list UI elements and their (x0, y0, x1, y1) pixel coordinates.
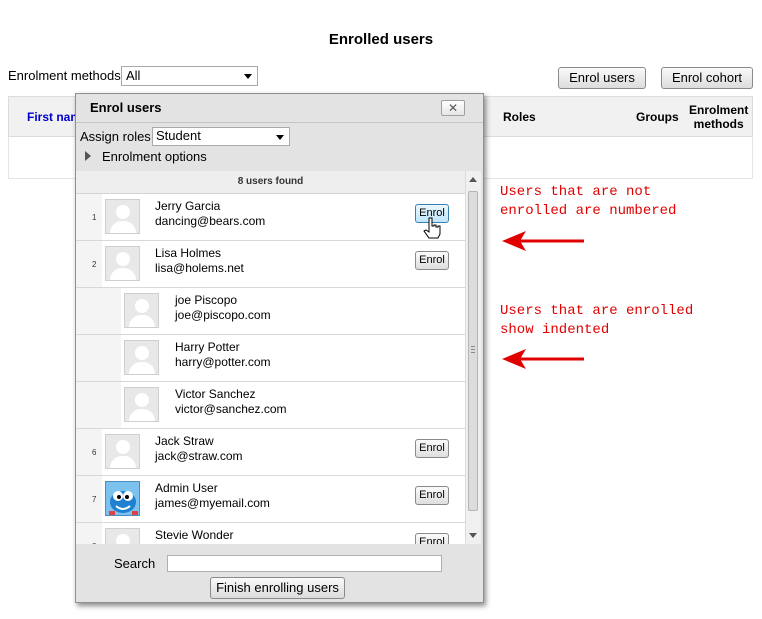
list-item: 8 Stevie Wonder Enrol (76, 523, 465, 544)
users-found-count: 8 users found (76, 171, 465, 194)
enrol-user-button[interactable]: Enrol (415, 251, 449, 270)
list-item: Harry Potter harry@potter.com (76, 335, 465, 382)
user-avatar (105, 246, 140, 281)
enrolment-methods-label: Enrolment methods (8, 68, 121, 83)
annotation-line: Users that are enrolled (500, 303, 694, 319)
annotation-enrolled: Users that are enrolled show indented (500, 302, 693, 340)
search-input[interactable] (167, 555, 442, 572)
list-item: joe Piscopo joe@piscopo.com (76, 288, 465, 335)
annotation-not-enrolled: Users that are not enrolled are numbered (500, 183, 676, 221)
search-label: Search (114, 556, 156, 571)
row-gutter (76, 194, 102, 240)
close-icon[interactable]: ✕ (441, 100, 465, 116)
col-enrolment-methods-line1: Enrolment (689, 103, 749, 117)
user-email: joe@piscopo.com (175, 308, 271, 322)
user-email: harry@potter.com (175, 355, 271, 369)
enrol-cohort-button[interactable]: Enrol cohort (661, 67, 753, 89)
user-name: Harry Potter (175, 340, 240, 354)
row-number: 8 (92, 542, 96, 544)
col-enrolment-methods: Enrolment methods (689, 103, 748, 131)
user-email: james@myemail.com (155, 496, 270, 510)
user-name: Jack Straw (155, 434, 214, 448)
row-gutter (76, 382, 121, 428)
annotation-line: Users that are not (500, 184, 652, 200)
red-arrow-icon (502, 231, 584, 251)
enrol-user-button[interactable]: Enrol (415, 486, 449, 505)
red-arrow-icon (502, 349, 584, 369)
user-list: 8 users found 1 Jerry Garcia dancing@bea… (76, 171, 465, 544)
cartoon-avatar-icon (106, 482, 139, 515)
col-groups: Groups (636, 110, 679, 124)
enrolment-methods-value: All (126, 68, 141, 83)
enrol-user-button[interactable]: Enrol (415, 533, 449, 544)
page-title: Enrolled users (328, 31, 434, 48)
scroll-up-icon[interactable] (469, 177, 477, 182)
user-name: Stevie Wonder (155, 528, 234, 542)
user-email: lisa@holems.net (155, 261, 244, 275)
row-number: 1 (92, 213, 97, 222)
scroll-thumb[interactable] (468, 191, 478, 511)
row-number: 6 (92, 448, 97, 457)
user-avatar (105, 528, 140, 544)
row-number: 2 (92, 260, 97, 269)
user-name: Admin User (155, 481, 218, 495)
annotation-line: show indented (500, 322, 610, 338)
enrol-user-button[interactable]: Enrol (415, 439, 449, 458)
row-gutter (76, 288, 121, 334)
admin-avatar (105, 481, 140, 516)
annotation-line: enrolled are numbered (500, 203, 677, 219)
dropdown-caret-icon (276, 135, 284, 140)
list-item: 1 Jerry Garcia dancing@bears.com Enrol (76, 194, 465, 241)
col-enrolment-methods-line2: methods (693, 117, 744, 131)
dialog-divider (76, 122, 483, 123)
list-item: 7 Admin User james@myemail.com Enrol (76, 476, 465, 523)
user-list-scrollbar[interactable] (465, 171, 481, 544)
row-gutter (76, 335, 121, 381)
scroll-down-icon[interactable] (469, 533, 477, 538)
user-name: Lisa Holmes (155, 246, 222, 260)
user-avatar (124, 340, 159, 375)
enrolment-options-toggle[interactable]: Enrolment options (102, 149, 207, 164)
finish-enrolling-button[interactable]: Finish enrolling users (210, 577, 345, 599)
user-avatar (124, 293, 159, 328)
row-gutter (76, 523, 102, 544)
user-avatar (105, 199, 140, 234)
user-email: victor@sanchez.com (175, 402, 287, 416)
user-name: joe Piscopo (175, 293, 238, 307)
assign-roles-value: Student (156, 128, 201, 143)
assign-roles-select[interactable]: Student (152, 127, 290, 146)
enrolment-methods-select[interactable]: All (121, 66, 258, 86)
dialog-title: Enrol users (90, 100, 162, 115)
enrol-users-button[interactable]: Enrol users (558, 67, 646, 89)
user-avatar (124, 387, 159, 422)
hand-cursor-icon (423, 217, 441, 239)
col-roles: Roles (503, 110, 536, 124)
list-item: 6 Jack Straw jack@straw.com Enrol (76, 429, 465, 476)
row-gutter (76, 476, 102, 522)
user-avatar (105, 434, 140, 469)
row-number: 7 (92, 495, 97, 504)
list-item: 2 Lisa Holmes lisa@holems.net Enrol (76, 241, 465, 288)
expand-triangle-icon[interactable] (85, 151, 91, 161)
user-name: Victor Sanchez (175, 387, 256, 401)
dropdown-caret-icon (244, 74, 252, 79)
col-first-name[interactable]: First nam (27, 110, 81, 124)
user-name: Jerry Garcia (155, 199, 221, 213)
enrol-users-dialog: Enrol users ✕ Assign roles Student Enrol… (75, 93, 484, 603)
assign-roles-label: Assign roles (80, 129, 151, 144)
user-email: dancing@bears.com (155, 214, 266, 228)
row-gutter (76, 429, 102, 475)
user-email: jack@straw.com (155, 449, 243, 463)
list-item: Victor Sanchez victor@sanchez.com (76, 382, 465, 429)
row-gutter (76, 241, 102, 287)
